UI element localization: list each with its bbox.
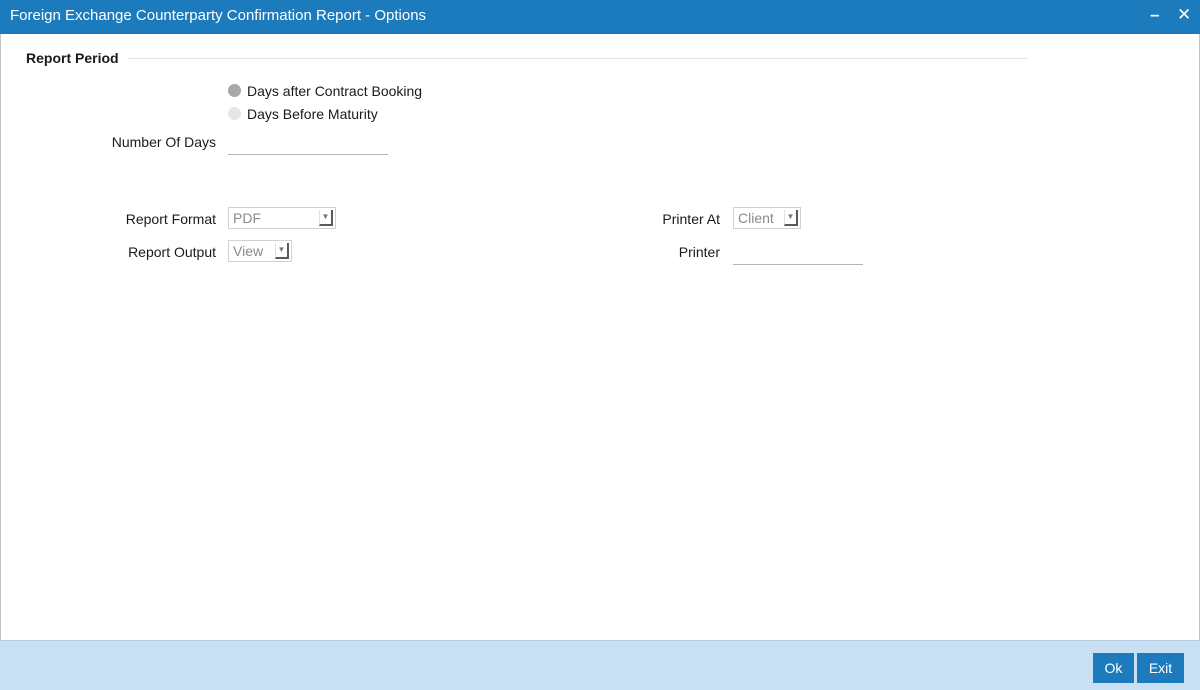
report-output-value: View [233, 243, 264, 259]
footer-bar: Ok Exit [0, 640, 1200, 690]
radio-label: Days Before Maturity [247, 106, 378, 122]
window-titlebar: Foreign Exchange Counterparty Confirmati… [0, 0, 1200, 34]
chevron-down-icon: ▼ [319, 210, 333, 226]
report-output-label: Report Output [128, 244, 216, 260]
radio-selected-icon [228, 84, 241, 97]
radio-label: Days after Contract Booking [247, 83, 423, 99]
report-output-select[interactable]: View ▼ [228, 240, 292, 262]
printer-input[interactable] [733, 244, 863, 265]
chevron-down-icon: ▼ [275, 243, 289, 259]
close-icon[interactable]: ✕ [1177, 5, 1191, 25]
number-of-days-input[interactable] [228, 134, 388, 155]
chevron-down-icon: ▼ [784, 210, 798, 226]
section-divider [128, 58, 1028, 59]
printer-at-label: Printer At [662, 211, 720, 227]
printer-label: Printer [678, 244, 720, 260]
report-format-select[interactable]: PDF ▼ [228, 207, 336, 229]
report-format-value: PDF [233, 210, 261, 226]
window-frame [0, 34, 1200, 689]
radio-days-before-maturity[interactable]: Days Before Maturity [228, 106, 378, 122]
minimize-icon[interactable]: – [1150, 5, 1159, 25]
number-of-days-label: Number Of Days [111, 134, 216, 150]
ok-button[interactable]: Ok [1093, 653, 1134, 683]
printer-at-select[interactable]: Client ▼ [733, 207, 801, 229]
radio-days-after-booking[interactable]: Days after Contract Booking [228, 83, 422, 99]
printer-at-value: Client [738, 210, 774, 226]
exit-button[interactable]: Exit [1137, 653, 1184, 683]
report-period-title: Report Period [26, 50, 119, 66]
radio-unselected-icon [228, 107, 241, 120]
window-title: Foreign Exchange Counterparty Confirmati… [10, 7, 427, 24]
report-format-label: Report Format [125, 211, 216, 227]
